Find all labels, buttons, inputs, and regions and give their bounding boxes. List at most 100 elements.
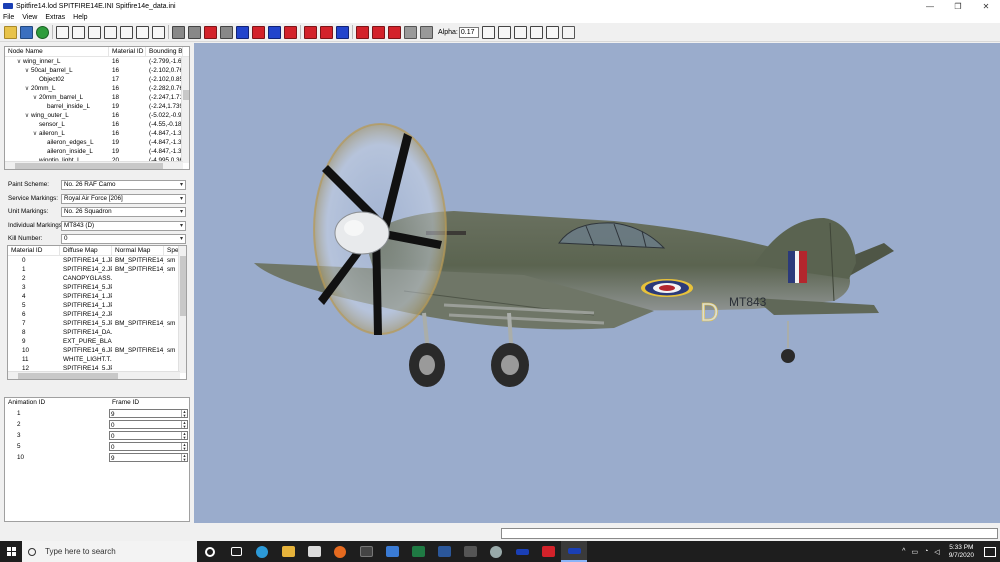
node-tree-row[interactable]: ∨ 20mm_L 16 (-2.282,0.767 [5, 84, 189, 93]
node-tree-row[interactable]: ∨ aileron_L 16 (-4.847,-1.39 [5, 129, 189, 138]
app-n-icon[interactable] [353, 541, 379, 562]
spinner-arrows-icon[interactable]: ▲ ▼ [181, 410, 187, 417]
chevron-down-icon[interactable]: ▾ [180, 181, 183, 189]
material-id-column-header[interactable]: Material ID [109, 47, 146, 56]
view-bottom-icon[interactable] [152, 25, 165, 39]
scroll-thumb[interactable] [183, 90, 189, 100]
individual-markings-dropdown[interactable]: MT843 (D) ▾ [61, 220, 186, 231]
taskbar-search[interactable]: Type here to search [22, 541, 197, 562]
notification-icon[interactable] [984, 546, 996, 557]
material-row[interactable]: 9 EXT_PURE_BLA... [8, 337, 186, 346]
export-cube-icon[interactable] [545, 25, 559, 39]
red-shape-alt-icon[interactable] [388, 25, 401, 39]
node-tree-hscrollbar[interactable] [5, 161, 183, 169]
spinner-arrows-icon[interactable]: ▲ ▼ [181, 421, 187, 428]
excel-icon[interactable] [405, 541, 431, 562]
view-left-icon[interactable] [104, 25, 117, 39]
frame-id-spinner[interactable]: 9 ▲ ▼ [109, 409, 188, 418]
frame-id-spinner[interactable]: 0 ▲ ▼ [109, 442, 188, 451]
paint-scheme-dropdown[interactable]: No. 26 RAF Camo ▾ [61, 179, 186, 190]
tree-expand-icon[interactable]: ∨ [23, 85, 31, 93]
spinner-arrows-icon[interactable]: ▲ ▼ [181, 454, 187, 461]
lod-viewer-icon[interactable] [561, 541, 587, 562]
red-sphere-icon[interactable] [356, 25, 369, 39]
edge-icon[interactable] [249, 541, 275, 562]
task-view-icon[interactable] [223, 541, 249, 562]
red-cube-icon[interactable] [204, 25, 217, 39]
material-row[interactable]: 11 WHITE_LIGHT.T... [8, 355, 186, 364]
material-id-header[interactable]: Material ID [8, 246, 60, 255]
bounding-box-column-header[interactable]: Bounding B... [146, 47, 183, 56]
chevron-down-icon[interactable]: ▾ [180, 235, 183, 243]
material-row[interactable]: 4 SPITFIRE14_1.JPG [8, 292, 186, 301]
scroll-thumb[interactable] [18, 373, 118, 379]
volume-icon[interactable]: ◁ [934, 548, 939, 556]
minimize-button[interactable]: — [916, 0, 944, 12]
browser-icon[interactable] [483, 541, 509, 562]
chevron-down-icon[interactable]: ▾ [180, 208, 183, 216]
mail-icon[interactable] [379, 541, 405, 562]
damage-alt-icon[interactable] [320, 25, 333, 39]
menu-extras[interactable]: Extras [45, 14, 65, 21]
frame-id-spinner[interactable]: 0 ▲ ▼ [109, 431, 188, 440]
red-node-icon[interactable] [284, 25, 297, 39]
material-row[interactable]: 7SPITFIRE14_5.JPGBM_SPITFIRE14_...sm [8, 319, 186, 328]
node-tree-row[interactable]: aileron_edges_L 19 (-4.847,-1.39 [5, 138, 189, 147]
alpha-toggle-icon[interactable] [420, 25, 433, 39]
service-markings-dropdown[interactable]: Royal Air Force [206] ▾ [61, 193, 186, 204]
kill-number-dropdown[interactable]: 0 ▾ [61, 233, 186, 244]
calculator-icon[interactable] [457, 541, 483, 562]
blue-node-icon[interactable] [268, 25, 281, 39]
frame-id-spinner[interactable]: 9 ▲ ▼ [109, 453, 188, 462]
crosshair-icon[interactable] [56, 25, 69, 39]
close-button[interactable]: ✕ [972, 0, 1000, 12]
tray-apps-icon[interactable]: ▭ [911, 548, 918, 556]
chevron-up-icon[interactable]: ^ [902, 548, 905, 555]
grid-icon[interactable] [497, 25, 511, 39]
node-tree-vscrollbar[interactable] [181, 57, 189, 163]
node-tree-row[interactable]: sensor_L 16 (-4.55,-0.184 [5, 120, 189, 129]
cortana-icon[interactable] [197, 541, 223, 562]
save-icon[interactable] [20, 25, 33, 39]
graph-icon[interactable] [513, 25, 527, 39]
frame-id-spinner[interactable]: 0 ▲ ▼ [109, 420, 188, 429]
tree-expand-icon[interactable]: ∨ [31, 130, 39, 138]
acrobat-icon[interactable] [535, 541, 561, 562]
tree-expand-icon[interactable]: ∨ [23, 67, 31, 75]
wire-cube-icon[interactable] [220, 25, 233, 39]
material-row[interactable]: 10SPITFIRE14_6.JPGBM_SPITFIRE14_...sm [8, 346, 186, 355]
store-icon[interactable] [301, 541, 327, 562]
materials-hscrollbar[interactable] [8, 371, 180, 379]
node-tree-row[interactable]: aileron_inside_L 19 (-4.847,-1.39 [5, 147, 189, 156]
material-row[interactable]: 5 SPITFIRE14_1.JPG [8, 301, 186, 310]
view-back-icon[interactable] [88, 25, 101, 39]
clock[interactable]: 5:33 PM 9/7/2020 [949, 544, 974, 560]
gray-shape-icon[interactable] [404, 25, 417, 39]
material-row[interactable]: 2 CANOPYGLASS... [8, 274, 186, 283]
view-front-icon[interactable] [72, 25, 85, 39]
view-right-icon[interactable] [120, 25, 133, 39]
damage-icon[interactable] [304, 25, 317, 39]
word-icon[interactable] [431, 541, 457, 562]
tree-expand-icon[interactable]: ∨ [15, 58, 23, 66]
scroll-thumb[interactable] [180, 256, 186, 316]
network-icon[interactable]: ◔ [924, 548, 928, 555]
spinner-arrows-icon[interactable]: ▲ ▼ [181, 432, 187, 439]
scroll-thumb[interactable] [15, 163, 163, 169]
normal-map-header[interactable]: Normal Map [112, 246, 164, 255]
menu-file[interactable]: File [3, 14, 14, 21]
alpha-input[interactable] [458, 26, 479, 38]
tree-expand-icon[interactable]: ∨ [31, 94, 39, 102]
view-top-icon[interactable] [136, 25, 149, 39]
red-shape-icon[interactable] [372, 25, 385, 39]
solid-cube-icon[interactable] [172, 25, 185, 39]
materials-vscrollbar[interactable] [178, 246, 186, 373]
3d-viewport[interactable]: D MT843 [194, 43, 1000, 523]
maximize-button[interactable]: ❐ [944, 0, 972, 12]
diffuse-map-header[interactable]: Diffuse Map [60, 246, 112, 255]
material-row[interactable]: 1SPITFIRE14_2.JPGBM_SPITFIRE14_...sm [8, 265, 186, 274]
open-folder-icon[interactable] [4, 25, 17, 39]
angle-icon[interactable] [529, 25, 543, 39]
unit-markings-dropdown[interactable]: No. 26 Squadron ▾ [61, 206, 186, 217]
material-row[interactable]: 6 SPITFIRE14_2.JPG [8, 310, 186, 319]
